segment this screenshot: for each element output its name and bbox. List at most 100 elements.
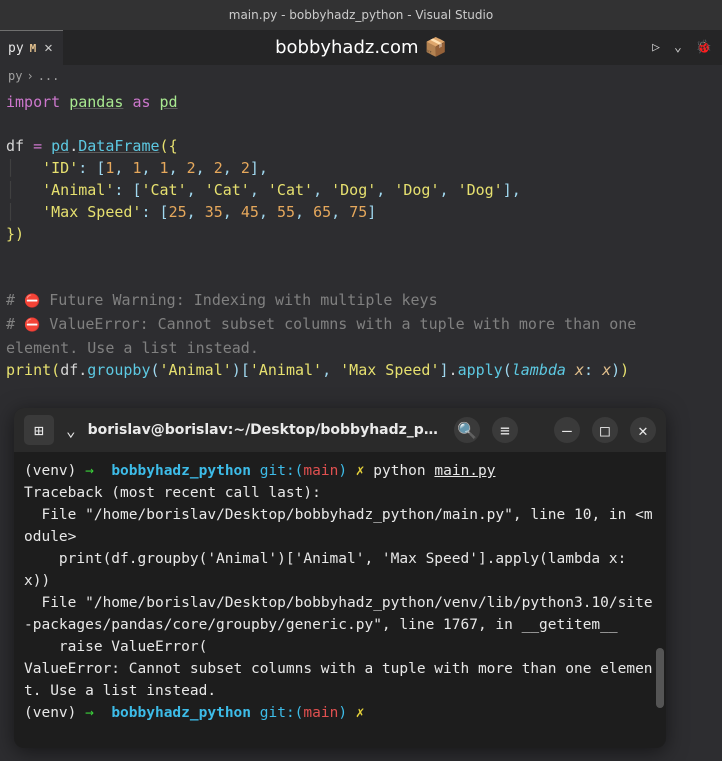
hash: #	[6, 315, 15, 333]
fn-groupby: groupby	[87, 361, 150, 379]
rbrack: ]	[503, 181, 512, 199]
str-cat: 'Cat'	[205, 181, 250, 199]
dot: .	[69, 137, 78, 155]
dot: .	[78, 361, 87, 379]
num: 65	[313, 203, 331, 221]
key-animal: 'Animal'	[42, 181, 114, 199]
comma: ,	[169, 159, 178, 177]
ref-pd: pd	[51, 137, 69, 155]
page-overlay-title: bobbyhadz.com 📦	[275, 37, 447, 58]
rbrack: ]	[367, 203, 376, 221]
terminal-window: ⊞ ⌄ borislav@borislav:~/Desktop/bobbyhad…	[14, 408, 666, 748]
prompt-dir: bobbyhadz_python	[111, 705, 251, 721]
str-animal: 'Animal'	[160, 361, 232, 379]
str-cat: 'Cat'	[141, 181, 186, 199]
lbrack: [	[241, 361, 250, 379]
fn-apply: apply	[458, 361, 503, 379]
fn-dataframe: DataFrame	[78, 137, 159, 155]
prompt-dir: bobbyhadz_python	[111, 463, 251, 479]
venv-label: (venv)	[24, 463, 76, 479]
lparen: (	[151, 361, 160, 379]
tab-bar: py M ✕ bobbyhadz.com 📦 ▷ ⌄ 🐞	[0, 30, 722, 65]
prompt-arrow-icon: →	[85, 463, 94, 479]
chevron-down-icon[interactable]: ⌄	[66, 421, 76, 440]
param-x: x	[575, 361, 584, 379]
comma: ,	[250, 181, 259, 199]
comma: ,	[259, 159, 268, 177]
maximize-button[interactable]: □	[592, 417, 618, 443]
alias-pd: pd	[160, 93, 178, 111]
num: 45	[241, 203, 259, 221]
lbrack: [	[160, 203, 169, 221]
comma: ,	[295, 203, 304, 221]
lbrack: [	[96, 159, 105, 177]
comma: ,	[440, 181, 449, 199]
lparen: (	[160, 137, 169, 155]
keyword-import: import	[6, 93, 60, 111]
git-label: git:(	[260, 705, 304, 721]
num: 55	[277, 203, 295, 221]
close-icon[interactable]: ✕	[42, 40, 54, 56]
menu-icon[interactable]: ≡	[492, 417, 518, 443]
comment-line: element. Use a list instead.	[6, 339, 259, 357]
num: 2	[187, 159, 196, 177]
key-id: 'ID'	[42, 159, 78, 177]
keyword-as: as	[132, 93, 150, 111]
hash: #	[6, 291, 15, 309]
num: 75	[349, 203, 367, 221]
key-speed: 'Max Speed'	[42, 203, 141, 221]
lbrace: {	[169, 137, 178, 155]
prompt-arrow-icon: →	[85, 705, 94, 721]
rbrace: }	[6, 225, 15, 243]
str-dog: 'Dog'	[394, 181, 439, 199]
str-cat: 'Cat'	[268, 181, 313, 199]
tab-modified-indicator: M	[30, 42, 37, 55]
rbrack: ]	[440, 361, 449, 379]
package-icon: 📦	[425, 37, 447, 58]
breadcrumb-more: ...	[38, 69, 60, 83]
command: python	[373, 463, 425, 479]
command-arg: main.py	[434, 463, 495, 479]
colon: :	[78, 159, 87, 177]
chevron-right-icon: ›	[26, 69, 33, 83]
code-editor[interactable]: import pandas as pd df = pd.DataFrame({ …	[0, 87, 722, 385]
str-speed: 'Max Speed'	[340, 361, 439, 379]
terminal-titlebar: ⊞ ⌄ borislav@borislav:~/Desktop/bobbyhad…	[14, 408, 666, 452]
colon: :	[584, 361, 593, 379]
keyword-lambda: lambda	[512, 361, 566, 379]
num: 1	[160, 159, 169, 177]
terminal-output: Traceback (most recent call last): File …	[24, 485, 653, 699]
op-eq: =	[33, 137, 42, 155]
param-x: x	[602, 361, 611, 379]
comma: ,	[376, 181, 385, 199]
comma: ,	[196, 159, 205, 177]
var-df: df	[60, 361, 78, 379]
var-df: df	[6, 137, 24, 155]
run-dropdown-chevron-icon[interactable]: ⌄	[674, 40, 682, 55]
new-tab-button[interactable]: ⊞	[24, 415, 54, 445]
comma: ,	[331, 203, 340, 221]
colon: :	[114, 181, 123, 199]
dot: .	[449, 361, 458, 379]
close-button[interactable]: ✕	[630, 417, 656, 443]
search-icon[interactable]: 🔍	[454, 417, 480, 443]
terminal-scrollbar[interactable]	[656, 648, 664, 708]
tab-filename: py	[8, 41, 24, 56]
comma: ,	[223, 203, 232, 221]
run-controls: ▷ ⌄ 🐞	[652, 40, 712, 55]
lparen: (	[503, 361, 512, 379]
git-label: git:(	[260, 463, 304, 479]
git-close: )	[338, 463, 347, 479]
terminal-body[interactable]: (venv) → bobbyhadz_python git:(main) ✗ p…	[14, 452, 666, 732]
str-animal: 'Animal'	[250, 361, 322, 379]
comma: ,	[259, 203, 268, 221]
debug-icon[interactable]: 🐞	[696, 40, 712, 55]
num: 35	[205, 203, 223, 221]
minimize-button[interactable]: –	[554, 417, 580, 443]
comma: ,	[187, 203, 196, 221]
rbrack: ]	[250, 159, 259, 177]
breadcrumb[interactable]: py › ...	[0, 65, 722, 87]
editor-tab[interactable]: py M ✕	[0, 30, 63, 65]
comma: ,	[114, 159, 123, 177]
run-button[interactable]: ▷	[652, 40, 660, 55]
